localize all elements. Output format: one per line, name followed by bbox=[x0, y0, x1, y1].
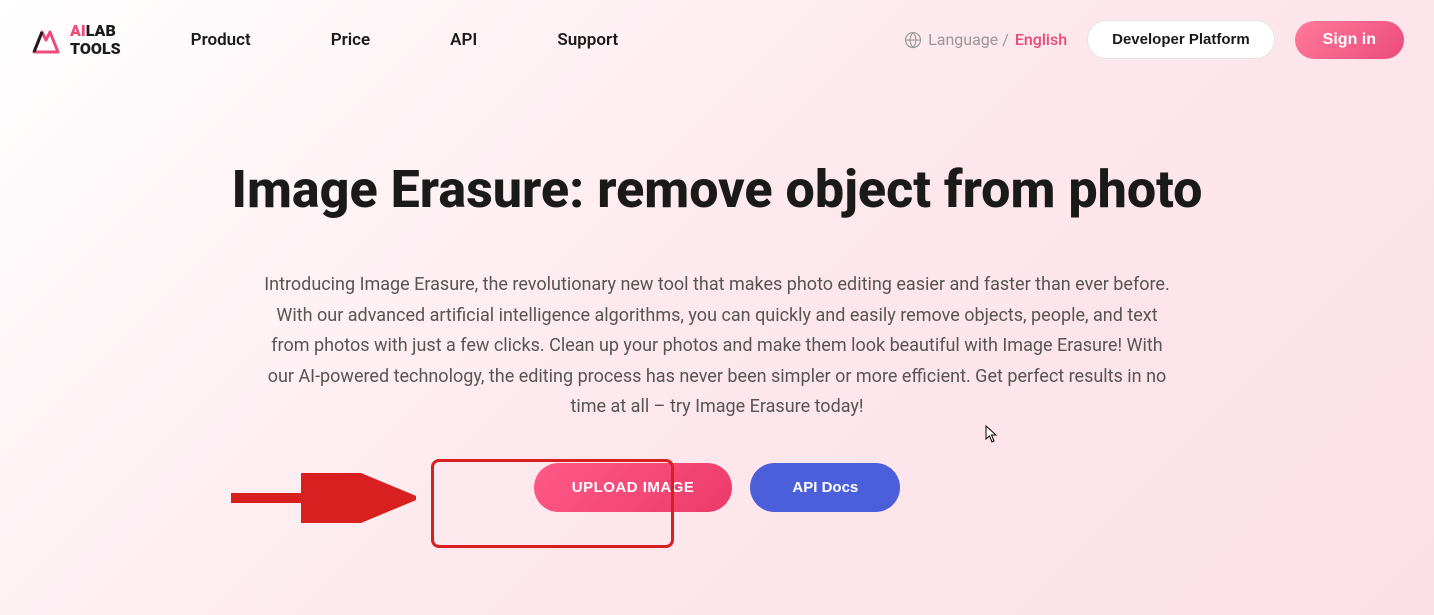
upload-image-button[interactable]: UPLOAD IMAGE bbox=[534, 463, 733, 512]
signin-button[interactable]: Sign in bbox=[1295, 21, 1404, 59]
language-selector[interactable]: Language / English bbox=[904, 30, 1067, 49]
cta-buttons: UPLOAD IMAGE API Docs bbox=[140, 463, 1294, 512]
hero-section: Image Erasure: remove object from photo … bbox=[0, 79, 1434, 552]
developer-platform-button[interactable]: Developer Platform bbox=[1087, 20, 1275, 59]
nav-price[interactable]: Price bbox=[331, 30, 370, 50]
main-nav: Product Price API Support bbox=[191, 30, 619, 50]
nav-api[interactable]: API bbox=[450, 30, 477, 50]
nav-support[interactable]: Support bbox=[557, 30, 618, 50]
logo[interactable]: AILAB TOOLS bbox=[30, 22, 121, 57]
header-right: Language / English Developer Platform Si… bbox=[904, 20, 1404, 59]
page-title: Image Erasure: remove object from photo bbox=[140, 159, 1294, 220]
logo-text: AILAB TOOLS bbox=[70, 22, 121, 57]
globe-icon bbox=[904, 31, 922, 49]
language-selected: English bbox=[1015, 30, 1067, 49]
language-label: Language / bbox=[928, 30, 1009, 49]
hero-description: Introducing Image Erasure, the revolutio… bbox=[257, 270, 1177, 423]
api-docs-button[interactable]: API Docs bbox=[750, 463, 900, 512]
header: AILAB TOOLS Product Price API Support La… bbox=[0, 0, 1434, 79]
logo-icon bbox=[30, 24, 62, 56]
nav-product[interactable]: Product bbox=[191, 30, 251, 50]
